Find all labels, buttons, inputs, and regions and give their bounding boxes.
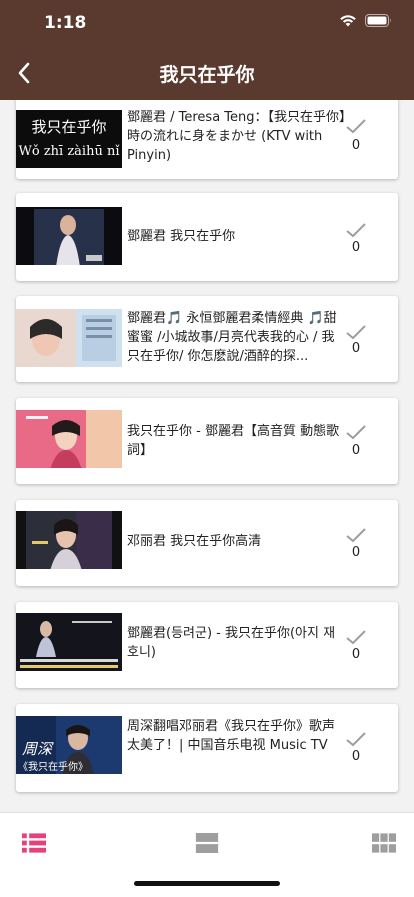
list-item[interactable]: 周深 《我只在乎你》 周深翻唱邓丽君《我只在乎你》歌声太美了！| 中国音乐电视 … <box>16 704 398 792</box>
check-icon[interactable] <box>344 220 368 240</box>
wifi-icon <box>339 14 357 27</box>
thumb-subtitle-text: Wǒ zhī zàihū nǐ <box>19 144 121 159</box>
status-icons <box>339 14 392 27</box>
check-icon[interactable] <box>344 627 368 647</box>
video-thumbnail <box>16 207 122 265</box>
thumb-title-text: 周深 <box>22 740 54 758</box>
list-item[interactable]: 鄧麗君 我只在乎你 0 <box>16 193 398 281</box>
check-icon[interactable] <box>344 322 368 342</box>
video-count: 0 <box>351 749 361 764</box>
list-view-icon[interactable] <box>22 833 46 853</box>
grid-view-icon[interactable] <box>372 833 396 853</box>
home-indicator <box>134 881 280 886</box>
video-thumbnail <box>16 613 122 671</box>
status-time: 1:18 <box>44 13 87 33</box>
video-count: 0 <box>351 647 361 662</box>
list-item[interactable]: 我只在乎你 - 鄧麗君【高音質 動態歌詞】 0 <box>16 398 398 484</box>
video-title: 我只在乎你 - 鄧麗君【高音質 動態歌詞】 <box>127 424 340 458</box>
check-icon[interactable] <box>344 729 368 749</box>
list-item[interactable]: 邓丽君 我只在乎你高清 0 <box>16 500 398 586</box>
video-thumbnail <box>16 309 122 367</box>
video-count: 0 <box>351 138 361 153</box>
list-item[interactable]: 鄧麗君🎵 永恒鄧麗君柔情經典 🎵甜蜜蜜 /小城故事/月亮代表我的心 / 我只在乎… <box>16 296 398 382</box>
video-thumbnail: 周深 《我只在乎你》 <box>16 716 122 774</box>
video-thumbnail <box>16 410 122 468</box>
video-count: 0 <box>351 443 361 458</box>
video-title: 周深翻唱邓丽君《我只在乎你》歌声太美了！| 中国音乐电视 Music TV <box>127 719 336 753</box>
check-icon[interactable] <box>344 525 368 545</box>
check-icon[interactable] <box>344 422 368 442</box>
thumb-title-text: 我只在乎你 <box>31 118 106 136</box>
video-title: 邓丽君 我只在乎你高清 <box>127 534 262 549</box>
video-title: 鄧麗君 我只在乎你 <box>127 229 236 244</box>
video-count: 0 <box>351 341 361 356</box>
page-title: 我只在乎你 <box>159 64 255 86</box>
video-thumbnail: 我只在乎你 Wǒ zhī zàihū nǐ <box>16 110 122 168</box>
thumb-subtitle-text: 《我只在乎你》 <box>18 760 88 773</box>
video-list[interactable]: 我只在乎你 Wǒ zhī zàihū nǐ 鄧麗君 / Teresa Teng：… <box>0 100 414 812</box>
video-count: 0 <box>351 240 361 255</box>
battery-icon <box>365 14 392 27</box>
card-view-icon[interactable] <box>195 833 219 853</box>
app-header: 1:18 我只在乎你 <box>0 0 414 100</box>
video-thumbnail <box>16 511 122 569</box>
check-icon[interactable] <box>344 116 368 136</box>
video-title: 鄧麗君 / Teresa Teng：【我只在乎你】時の流れに身をまかせ (KTV… <box>127 110 346 163</box>
video-title: 鄧麗君(등려군) - 我只在乎你(아지 재호니) <box>127 626 336 660</box>
list-item[interactable]: 鄧麗君(등려군) - 我只在乎你(아지 재호니) 0 <box>16 602 398 688</box>
video-count: 0 <box>351 545 361 560</box>
list-item[interactable]: 我只在乎你 Wǒ zhī zàihū nǐ 鄧麗君 / Teresa Teng：… <box>16 100 398 179</box>
video-title: 鄧麗君🎵 永恒鄧麗君柔情經典 🎵甜蜜蜜 /小城故事/月亮代表我的心 / 我只在乎… <box>127 311 337 364</box>
